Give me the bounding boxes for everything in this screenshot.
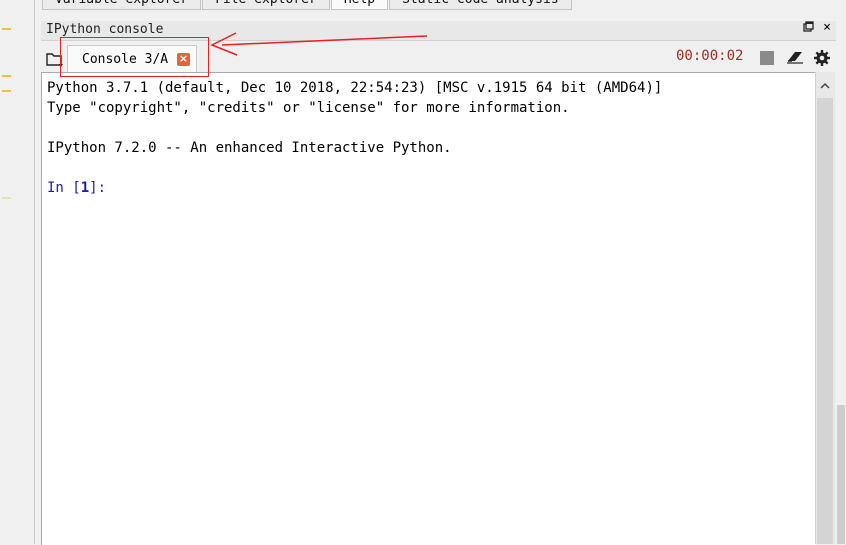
- prompt-number: 1: [80, 180, 90, 196]
- console-scrollbar[interactable]: [815, 72, 835, 544]
- input-prompt[interactable]: In [1]:: [47, 180, 106, 196]
- gutter-marker: [2, 90, 11, 92]
- python-version-line: Python 3.7.1 (default, Dec 10 2018, 22:5…: [47, 80, 663, 96]
- console-output[interactable]: Python 3.7.1 (default, Dec 10 2018, 22:5…: [41, 72, 816, 545]
- pane-divider: [34, 0, 35, 544]
- scroll-thumb[interactable]: [817, 98, 833, 544]
- ipython-banner: IPython 7.2.0 -- An enhanced Interactive…: [47, 140, 452, 156]
- scroll-up-icon[interactable]: [820, 78, 830, 94]
- window-scroll-thumb[interactable]: [837, 405, 845, 544]
- prompt-suffix: ]:: [89, 180, 107, 196]
- license-line: Type "copyright", "credits" or "license"…: [47, 100, 570, 116]
- annotation-arrow: [210, 32, 428, 56]
- gutter-marker: [2, 197, 11, 199]
- prompt-prefix: In [: [47, 180, 81, 196]
- editor-gutter: [0, 0, 34, 544]
- window-scrollbar[interactable]: [836, 0, 846, 544]
